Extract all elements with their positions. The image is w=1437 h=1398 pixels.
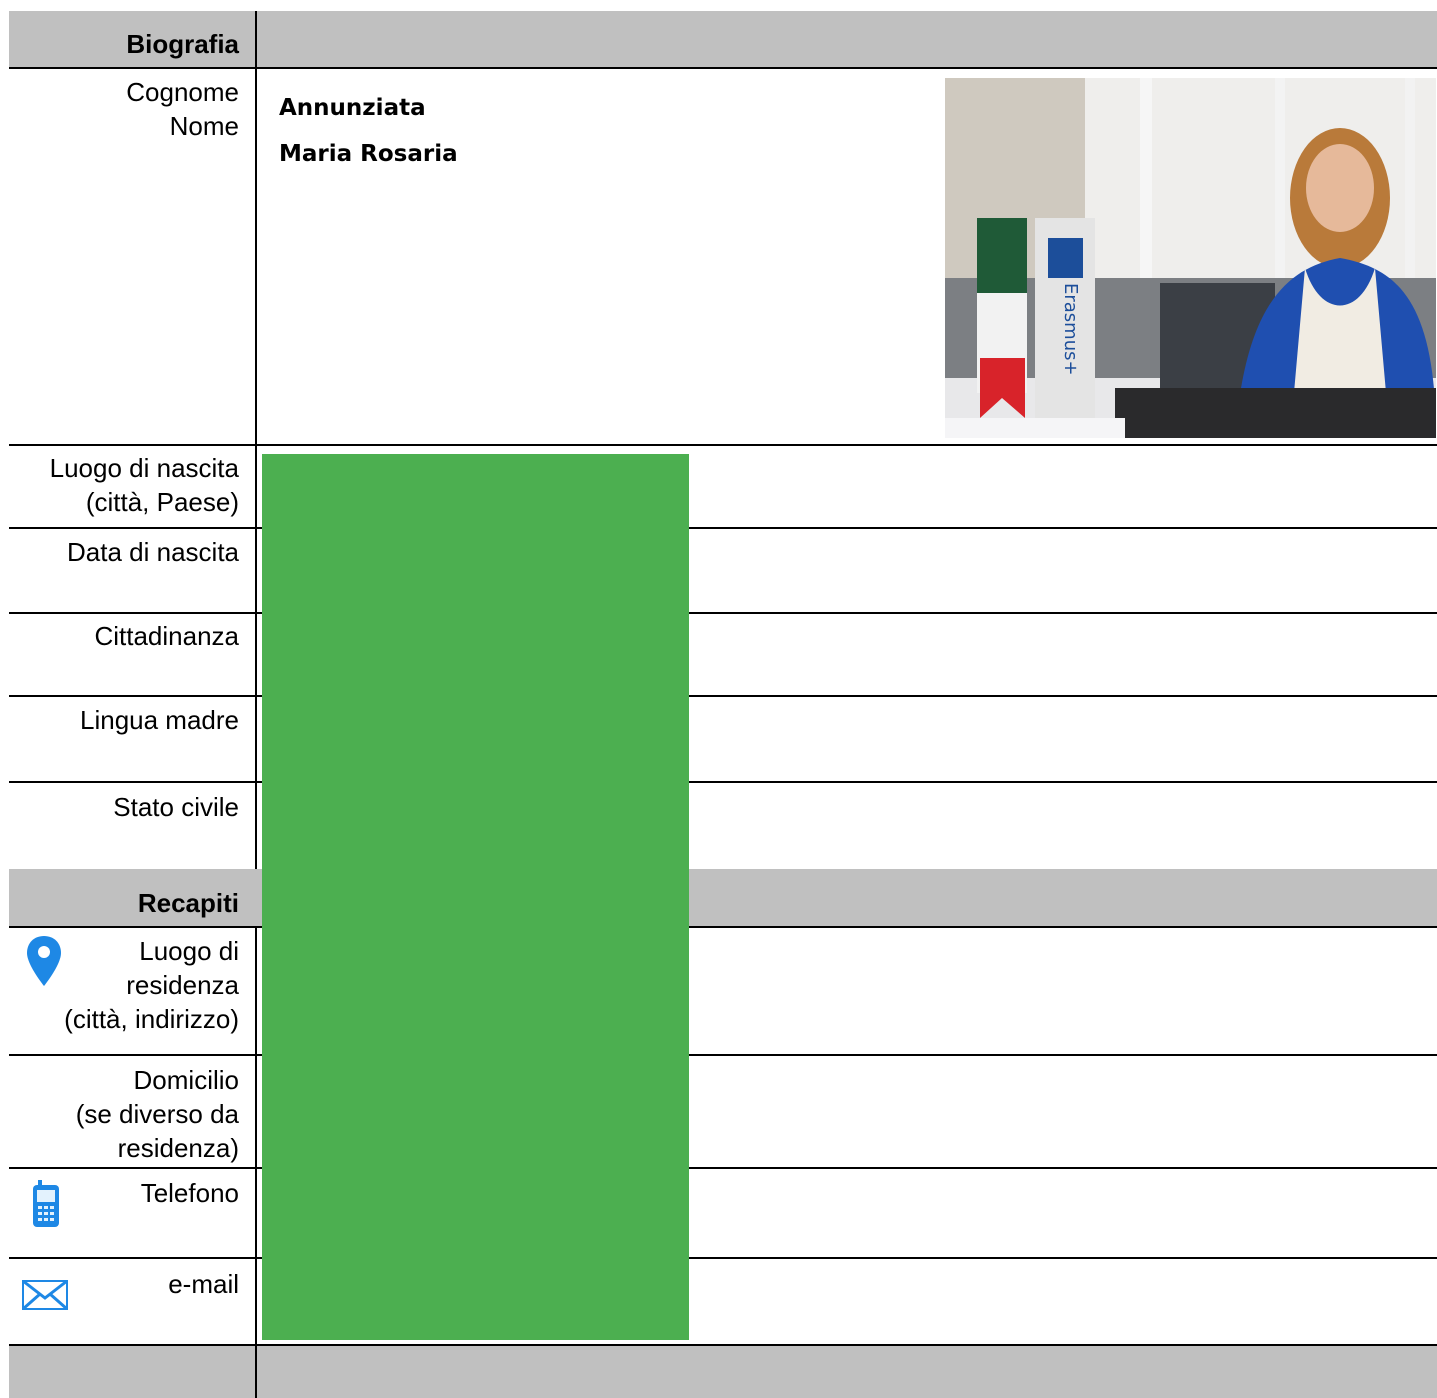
divider: [9, 926, 1437, 928]
divider: [9, 527, 262, 529]
header-bottom: [9, 1346, 1437, 1398]
divider: [9, 444, 1437, 446]
redaction-block: [262, 454, 689, 1340]
column-divider-bottom: [255, 1346, 257, 1398]
divider: [689, 527, 1437, 529]
divider: [9, 612, 262, 614]
photo-illustration: Erasmus+: [945, 78, 1436, 438]
label-residenza: Luogo di: [139, 936, 239, 966]
divider: [9, 1167, 1437, 1169]
section-title-recapiti: Recapiti: [137, 888, 239, 918]
envelope-icon: [22, 1279, 68, 1315]
divider: [9, 1054, 1437, 1056]
label-domicilio-3: residenza): [117, 1133, 239, 1163]
divider: [689, 781, 1437, 783]
divider: [9, 695, 262, 697]
label-data-nascita: Data di nascita: [67, 537, 239, 567]
label-email: e-mail: [168, 1269, 239, 1299]
divider: [689, 612, 1437, 614]
profile-photo: Erasmus+: [945, 78, 1436, 438]
label-telefono: Telefono: [140, 1178, 239, 1208]
flag-text: Erasmus+: [1060, 283, 1081, 376]
label-lingua-madre: Lingua madre: [80, 705, 239, 735]
divider: [9, 781, 262, 783]
column-divider: [255, 11, 257, 1398]
map-pin-icon: [26, 935, 62, 992]
divider: [689, 695, 1437, 697]
label-cittadinanza: Cittadinanza: [94, 621, 239, 651]
label-domicilio: Domicilio: [133, 1065, 239, 1095]
section-title-biografia: Biografia: [126, 29, 239, 59]
label-cognome: Cognome: [126, 77, 239, 107]
label-luogo-nascita: Luogo di nascita: [49, 453, 239, 483]
label-luogo-nascita-sub: (città, Paese): [85, 487, 239, 517]
label-residenza-2: residenza: [126, 970, 239, 1000]
label-stato-civile: Stato civile: [113, 792, 239, 822]
label-residenza-3: (città, indirizzo): [64, 1004, 239, 1034]
divider: [9, 67, 1437, 69]
value-cognome: Annunziata: [279, 95, 426, 121]
mobile-phone-icon: [32, 1180, 60, 1233]
value-nome: Maria Rosaria: [279, 141, 458, 167]
divider: [9, 1257, 1437, 1259]
label-domicilio-2: (se diverso da: [75, 1099, 239, 1129]
label-nome: Nome: [169, 111, 239, 141]
